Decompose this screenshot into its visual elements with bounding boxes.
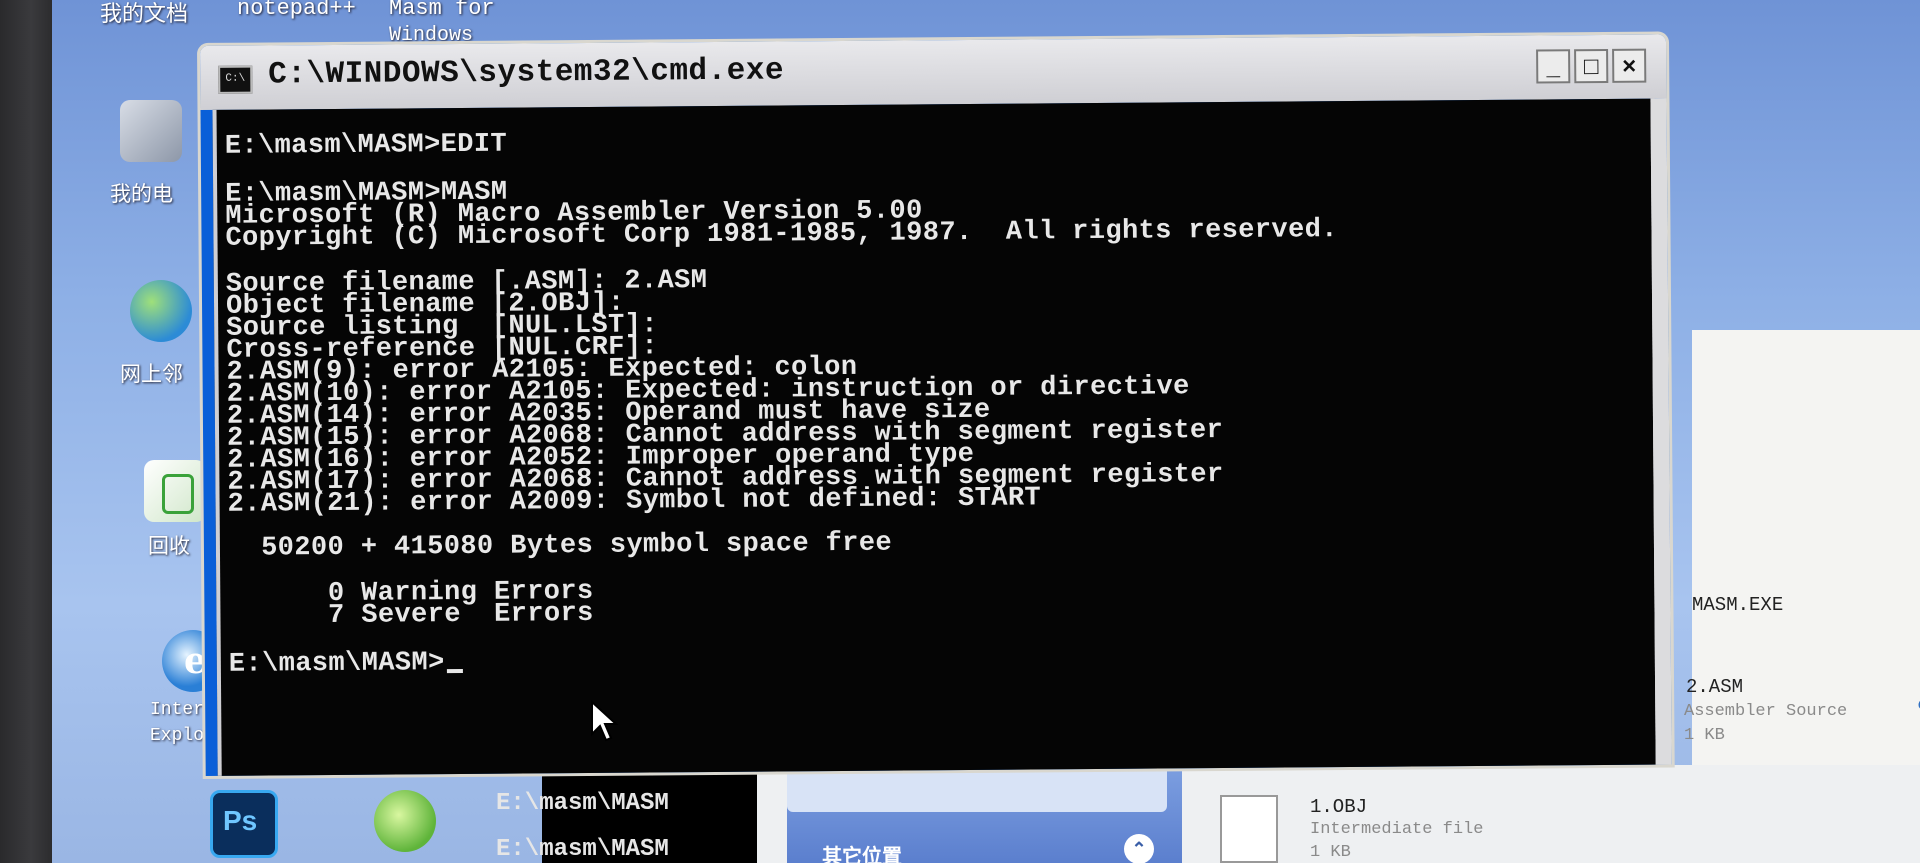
file-name-masm-exe[interactable]: MASM.EXE (1692, 594, 1783, 616)
collapse-chevron-icon[interactable]: ⌃ (1124, 834, 1154, 863)
desktop-label-my-documents[interactable]: 我的文档 (100, 0, 188, 28)
desktop-label-masm[interactable]: Masm for (389, 0, 495, 21)
network-icon[interactable] (130, 280, 192, 342)
text-cursor (446, 668, 463, 674)
obj-file-icon[interactable] (1220, 795, 1278, 863)
file-name-1-obj[interactable]: 1.OBJ (1310, 796, 1367, 818)
monitor-bezel (0, 0, 52, 863)
file-type-2-asm: Assembler Source (1684, 702, 1848, 721)
console-error-line: 2.ASM(21): error A2009: Symbol not defin… (227, 483, 1042, 520)
prompt-line[interactable]: E:\masm\MASM> (229, 648, 463, 680)
app-shortcut-icon[interactable] (374, 790, 436, 852)
file-type-1-obj: Intermediate file (1310, 820, 1484, 839)
desktop-label-network[interactable]: 网上邻 (120, 358, 183, 388)
photoshop-icon[interactable]: Ps (210, 790, 278, 858)
file-name-2-asm[interactable]: 2.ASM (1686, 676, 1743, 698)
desktop-label-notepadpp[interactable]: notepad++ (237, 0, 356, 21)
symbol-space-line: 50200 + 415080 Bytes symbol space free (227, 528, 893, 564)
maximize-button[interactable]: □ (1574, 48, 1609, 84)
console-line: E:\masm\MASM>EDIT (224, 129, 508, 162)
background-cmd-line: E:\masm\MASM (496, 836, 669, 863)
close-button[interactable]: × (1612, 48, 1647, 83)
photoshop-label: Ps (223, 805, 258, 836)
minimize-button[interactable]: _ (1536, 49, 1571, 84)
console-output[interactable]: E:\masm\MASM>EDIT E:\masm\MASM>MASM Micr… (212, 98, 1660, 776)
title-bar[interactable]: C:\ C:\WINDOWS\system32\cmd.exe _ □ × (200, 34, 1667, 110)
cmd-icon[interactable]: C:\ (218, 65, 253, 94)
window-title: C:\WINDOWS\system32\cmd.exe (268, 53, 785, 93)
cmd-window[interactable]: C:\ C:\WINDOWS\system32\cmd.exe _ □ × E:… (200, 34, 1672, 776)
my-computer-icon[interactable] (120, 100, 182, 162)
desktop-label-ie[interactable]: Inter (150, 700, 204, 720)
file-size-2-asm: 1 KB (1684, 726, 1725, 745)
desktop-label-ie-line2[interactable]: Explo (150, 726, 204, 746)
ie-letter-icon: e (184, 640, 207, 682)
explorer-task-card (787, 768, 1167, 812)
desktop-label-recycle[interactable]: 回收 (148, 530, 190, 560)
severe-errors-line: 7 Severe Errors (228, 598, 594, 632)
other-places-header[interactable]: 其它位置 (822, 840, 902, 863)
recycle-arrow-icon (162, 474, 194, 514)
mouse-pointer-icon (591, 700, 619, 742)
recycle-bin-icon[interactable] (144, 460, 206, 522)
desktop-label-my-computer[interactable]: 我的电 (110, 178, 173, 208)
file-size-1-obj: 1 KB (1310, 843, 1351, 862)
background-cmd-line: E:\masm\MASM (496, 790, 669, 817)
prompt-text: E:\masm\MASM> (228, 648, 445, 680)
